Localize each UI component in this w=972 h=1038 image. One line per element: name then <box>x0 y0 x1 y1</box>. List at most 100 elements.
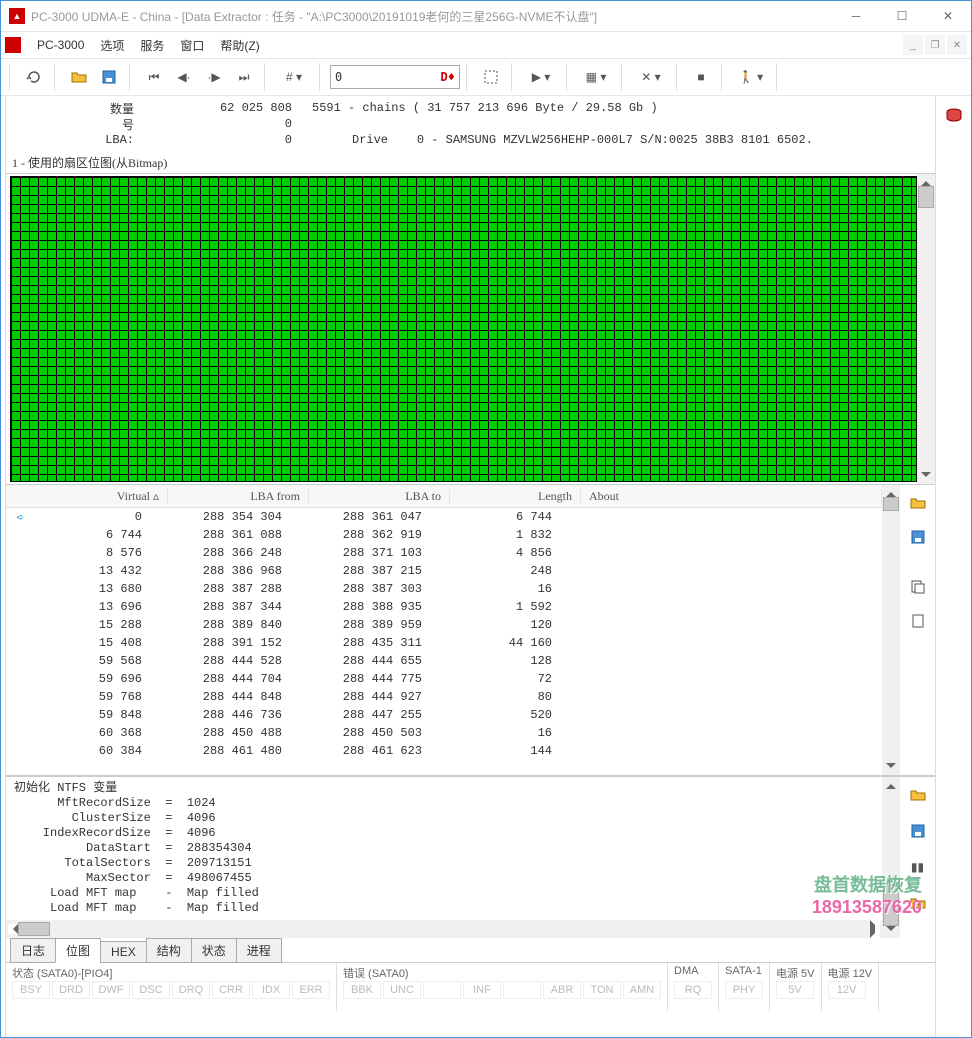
table-row[interactable]: 59 768288 444 848288 444 92780 <box>6 688 882 706</box>
table-row[interactable]: 15 408288 391 152288 435 31144 160 <box>6 634 882 652</box>
scroll-down-icon[interactable] <box>921 472 931 482</box>
log-open-button[interactable] <box>904 781 932 809</box>
scroll-thumb[interactable] <box>883 497 899 511</box>
log-export-button[interactable] <box>904 889 932 917</box>
nav-next-button[interactable]: ·▶ <box>200 63 228 91</box>
status-item: DRQ <box>172 981 210 999</box>
stop-button[interactable]: ■ <box>687 63 715 91</box>
table-row[interactable]: 60 368288 450 488288 450 50316 <box>6 724 882 742</box>
scroll-left-icon[interactable] <box>8 924 18 934</box>
tools-button[interactable]: ✕ ▾ <box>632 63 670 91</box>
cell-lba-from: 288 446 736 <box>150 708 290 722</box>
menu-services[interactable]: 服务 <box>132 35 172 56</box>
address-value: 0 <box>335 70 342 84</box>
tab-1[interactable]: 位图 <box>55 938 101 963</box>
log-hscrollbar[interactable] <box>6 920 882 938</box>
cell-lba-from: 288 444 528 <box>150 654 290 668</box>
grid-button[interactable]: # ▾ <box>275 63 313 91</box>
tab-0[interactable]: 日志 <box>10 938 56 963</box>
scroll-up-icon[interactable] <box>921 176 931 186</box>
scroll-thumb[interactable] <box>883 884 899 926</box>
status-item: CRR <box>212 981 250 999</box>
play-button[interactable]: ▶ ▾ <box>522 63 560 91</box>
status-item: 5V <box>776 981 814 999</box>
status-item: IDX <box>252 981 290 999</box>
exit-button[interactable]: 🚶 ▾ <box>732 63 770 91</box>
cell-lba-to: 288 371 103 <box>290 546 430 560</box>
nav-first-button[interactable]: ⏮ <box>140 63 168 91</box>
table-row[interactable]: 8 576288 366 248288 371 1034 856 <box>6 544 882 562</box>
save-button[interactable] <box>95 63 123 91</box>
status-group-title: SATA-1 <box>725 965 763 981</box>
nav-prev-button[interactable]: ◀· <box>170 63 198 91</box>
menu-app[interactable]: PC-3000 <box>29 36 92 54</box>
mdi-minimize-button[interactable]: _ <box>903 35 923 55</box>
tab-5[interactable]: 进程 <box>236 938 282 963</box>
col-virtual[interactable]: Virtual ▵ <box>41 489 168 504</box>
table-row[interactable]: 59 848288 446 736288 447 255520 <box>6 706 882 724</box>
close-button[interactable]: ✕ <box>925 1 971 31</box>
drive-icon[interactable] <box>942 104 966 128</box>
cell-lba-to: 288 461 623 <box>290 744 430 758</box>
table-row[interactable]: 13 696288 387 344288 388 9351 592 <box>6 598 882 616</box>
menu-help[interactable]: 帮助(Z) <box>212 35 267 56</box>
cell-lba-from: 288 354 304 <box>150 510 290 524</box>
cell-lba-to: 288 361 047 <box>290 510 430 524</box>
tab-2[interactable]: HEX <box>100 941 147 963</box>
scroll-up-icon[interactable] <box>886 487 896 497</box>
col-lba-from[interactable]: LBA from <box>168 489 309 504</box>
select-button[interactable] <box>477 63 505 91</box>
address-input[interactable]: 0 D♦ <box>330 65 460 89</box>
cell-length: 16 <box>430 582 560 596</box>
scroll-thumb[interactable] <box>918 186 934 208</box>
col-about[interactable]: About <box>581 489 882 504</box>
scroll-up-icon[interactable] <box>886 779 896 789</box>
scroll-down-icon[interactable] <box>886 926 896 936</box>
table-row[interactable]: 15 288288 389 840288 389 959120 <box>6 616 882 634</box>
col-lba-to[interactable]: LBA to <box>309 489 450 504</box>
table-row[interactable]: 6 744288 361 088288 362 9191 832 <box>6 526 882 544</box>
cell-lba-to: 288 447 255 <box>290 708 430 722</box>
refresh-button[interactable] <box>20 63 48 91</box>
menu-options[interactable]: 选项 <box>92 35 132 56</box>
table-row[interactable]: 60 384288 461 480288 461 623144 <box>6 742 882 760</box>
minimize-button[interactable]: ─ <box>833 1 879 31</box>
maximize-button[interactable]: ☐ <box>879 1 925 31</box>
log-pause-button[interactable]: ▮▮ <box>904 853 932 881</box>
table-row[interactable]: 59 568288 444 528288 444 655128 <box>6 652 882 670</box>
side-open-button[interactable] <box>904 489 932 517</box>
lba-value: 0 <box>142 133 312 147</box>
tab-4[interactable]: 状态 <box>191 938 237 963</box>
scroll-down-icon[interactable] <box>886 763 896 773</box>
table-row[interactable]: 13 432288 386 968288 387 215248 <box>6 562 882 580</box>
table-scrollbar[interactable] <box>882 485 900 775</box>
scroll-right-icon[interactable] <box>870 920 880 938</box>
bottom-tabs: 日志位图HEX结构状态进程 <box>6 938 935 962</box>
cell-virtual: 60 384 <box>24 744 150 758</box>
status-group-title: 状态 (SATA0)-[PIO4] <box>12 965 330 981</box>
col-length[interactable]: Length <box>450 489 581 504</box>
table-row[interactable]: 13 680288 387 288288 387 30316 <box>6 580 882 598</box>
toolbar: ⏮ ◀· ·▶ ⏭ # ▾ 0 D♦ ▶ ▾ ▦ ▾ ✕ ▾ ■ 🚶 ▾ <box>1 58 971 96</box>
tab-3[interactable]: 结构 <box>146 938 192 963</box>
grid2-button[interactable]: ▦ ▾ <box>577 63 615 91</box>
side-copy-button[interactable] <box>904 573 932 601</box>
bitmap-scrollbar[interactable] <box>917 174 935 484</box>
scroll-thumb[interactable] <box>18 922 50 936</box>
log-side-tools: ▮▮ <box>900 777 935 938</box>
status-item: ERR <box>292 981 330 999</box>
table-row[interactable]: ➪0288 354 304288 361 0476 744 <box>6 508 882 526</box>
menu-window[interactable]: 窗口 <box>172 35 212 56</box>
log-save-button[interactable] <box>904 817 932 845</box>
open-button[interactable] <box>65 63 93 91</box>
side-save-button[interactable] <box>904 523 932 551</box>
nav-last-button[interactable]: ⏭ <box>230 63 258 91</box>
side-doc-button[interactable] <box>904 607 932 635</box>
bitmap-canvas[interactable] <box>10 176 917 482</box>
cell-virtual: 13 696 <box>24 600 150 614</box>
log-vscrollbar[interactable] <box>882 777 900 938</box>
table-row[interactable]: 59 696288 444 704288 444 77572 <box>6 670 882 688</box>
status-item: AMN <box>623 981 661 999</box>
mdi-close-button[interactable]: ✕ <box>947 35 967 55</box>
mdi-restore-button[interactable]: ❐ <box>925 35 945 55</box>
